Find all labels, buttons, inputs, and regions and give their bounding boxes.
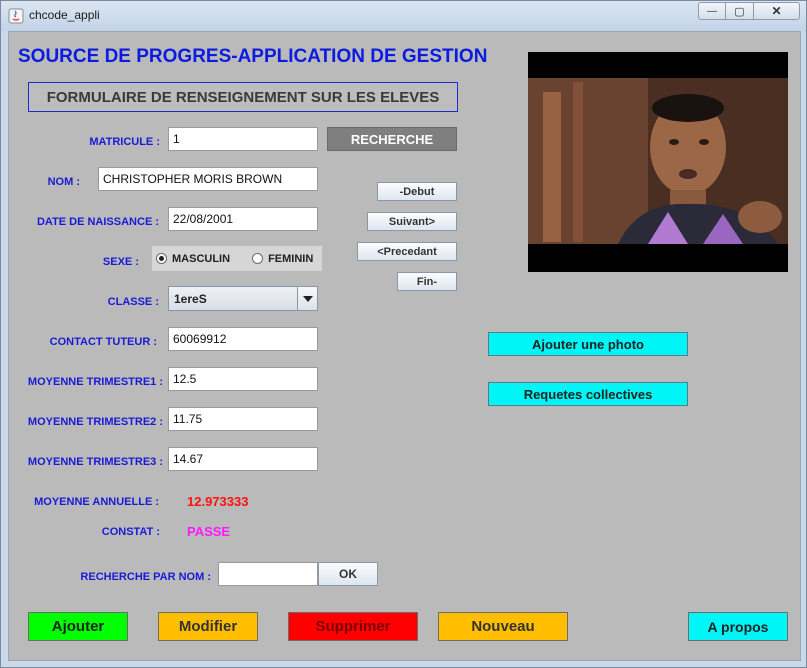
window-title: chcode_appli: [29, 8, 100, 22]
modifier-button[interactable]: Modifier: [158, 612, 258, 641]
maximize-icon: ▢: [734, 5, 745, 18]
app-window: chcode_appli — ▢ ✕ SOURCE DE PROGRES-APP…: [0, 0, 807, 668]
requetes-collectives-button[interactable]: Requetes collectives: [488, 382, 688, 406]
apropos-button[interactable]: A propos: [688, 612, 788, 641]
constat-value: PASSE: [187, 524, 231, 539]
photo-image: [528, 52, 788, 272]
minimize-button[interactable]: —: [698, 2, 726, 20]
ajouter-button[interactable]: Ajouter: [28, 612, 128, 641]
dropdown-arrow-icon[interactable]: [297, 287, 317, 310]
fin-button[interactable]: Fin-: [397, 272, 457, 291]
search-button[interactable]: RECHERCHE: [327, 127, 457, 151]
close-button[interactable]: ✕: [754, 2, 800, 20]
minimize-icon: —: [707, 5, 717, 17]
radio-empty-icon: [252, 253, 264, 264]
moyenne-annuelle-value: 12.973333: [187, 494, 249, 509]
suivant-button[interactable]: Suivant>: [367, 212, 457, 231]
nouveau-button[interactable]: Nouveau: [438, 612, 568, 641]
moyenne-annuelle-label: MOYENNE ANNUELLE :: [34, 496, 159, 508]
radio-feminin-label: FEMININ: [268, 252, 314, 265]
java-app-icon: [8, 8, 24, 24]
matricule-input[interactable]: [168, 127, 318, 151]
debut-button[interactable]: -Debut: [377, 182, 457, 201]
sexe-label: SEXE :: [102, 256, 139, 268]
contact-tuteur-input[interactable]: [168, 327, 318, 351]
matricule-label: MATRICULE :: [89, 136, 160, 148]
classe-selected-value: 1ereS: [174, 291, 207, 306]
recherche-nom-label: RECHERCHE PAR NOM :: [80, 571, 211, 583]
maximize-button[interactable]: ▢: [726, 2, 754, 20]
moyenne-t3-label: MOYENNE TRIMESTRE3 :: [27, 456, 163, 468]
radio-selected-icon: [156, 253, 167, 264]
form-title: FORMULAIRE DE RENSEIGNEMENT SUR LES ELEV…: [28, 82, 458, 112]
form-panel: SOURCE DE PROGRES-APPLICATION DE GESTION…: [8, 31, 801, 661]
supprimer-button[interactable]: Supprimer: [288, 612, 418, 641]
ok-button[interactable]: OK: [318, 562, 378, 586]
add-photo-button[interactable]: Ajouter une photo: [488, 332, 688, 356]
radio-masculin-label: MASCULIN: [172, 252, 231, 265]
sexe-radio-group: MASCULIN FEMININ: [152, 246, 322, 271]
student-photo: [528, 52, 788, 272]
date-naissance-label: DATE DE NAISSANCE :: [36, 216, 159, 228]
contact-tuteur-label: CONTACT TUTEUR :: [49, 336, 157, 348]
moyenne-t1-label: MOYENNE TRIMESTRE1 :: [27, 376, 163, 388]
recherche-nom-input[interactable]: [218, 562, 318, 586]
moyenne-t2-input[interactable]: [168, 407, 318, 431]
radio-feminin[interactable]: FEMININ: [252, 253, 313, 265]
classe-select[interactable]: 1ereS: [168, 286, 318, 311]
moyenne-t2-label: MOYENNE TRIMESTRE2 :: [27, 416, 163, 428]
moyenne-t1-input[interactable]: [168, 367, 318, 391]
radio-masculin[interactable]: MASCULIN: [156, 253, 230, 265]
close-icon: ✕: [771, 4, 782, 18]
classe-label: CLASSE :: [107, 296, 159, 308]
nom-label: NOM :: [47, 176, 80, 188]
app-title: SOURCE DE PROGRES-APPLICATION DE GESTION: [18, 46, 488, 67]
moyenne-t3-input[interactable]: [168, 447, 318, 471]
constat-label: CONSTAT :: [101, 526, 160, 538]
precedant-button[interactable]: <Precedant: [357, 242, 457, 261]
nom-input[interactable]: [98, 167, 318, 191]
date-naissance-input[interactable]: [168, 207, 318, 231]
title-bar[interactable]: chcode_appli — ▢ ✕: [1, 1, 806, 31]
